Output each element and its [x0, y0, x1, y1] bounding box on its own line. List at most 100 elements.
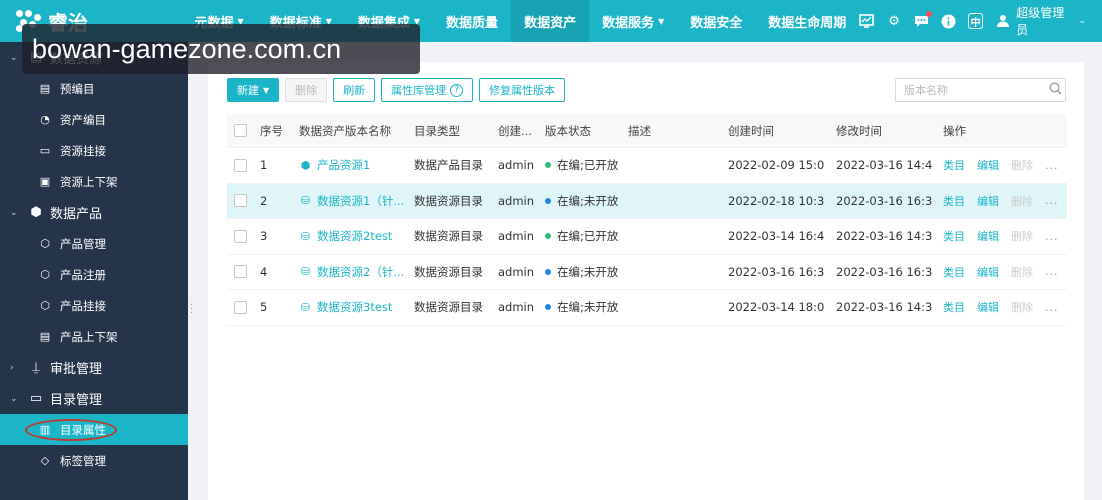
cell-name[interactable]: ⛁ 数据资源3test	[299, 290, 409, 325]
delete-link[interactable]: 删除	[1011, 157, 1033, 173]
edit-link[interactable]: 编辑	[977, 299, 999, 315]
edit-link[interactable]: 编辑	[977, 228, 999, 244]
info-icon[interactable]	[941, 13, 956, 29]
sidebar-group-2[interactable]: › ⍊ 审批管理	[0, 352, 188, 383]
more-link[interactable]: ...	[1045, 265, 1059, 278]
cell-status: 在编;未开放	[545, 184, 618, 219]
row-checkbox[interactable]	[234, 265, 247, 279]
category-link[interactable]: 类目	[943, 157, 965, 173]
message-icon[interactable]	[914, 11, 932, 29]
select-all-checkbox[interactable]	[234, 124, 247, 137]
folder-icon: ▭	[29, 391, 43, 406]
sidebar-item-3-1[interactable]: ◇ 标签管理	[0, 445, 188, 476]
status-text: 在编;已开放	[557, 158, 619, 173]
version-name-link[interactable]: 数据资源1（针...	[317, 193, 404, 209]
sidebar-item-label: 标签管理	[60, 453, 106, 468]
cell-ops: 类目 编辑 删除...	[943, 290, 1059, 325]
product-resource-icon: ⬢	[300, 158, 311, 172]
delete-link[interactable]: 删除	[1011, 193, 1033, 209]
sidebar-item-0-1[interactable]: ◔ 资产编目	[0, 104, 188, 135]
search-icon[interactable]	[1049, 82, 1062, 99]
edit-link[interactable]: 编辑	[977, 193, 999, 209]
sidebar-item-label: 产品管理	[60, 236, 106, 251]
delete-link[interactable]: 删除	[1011, 299, 1033, 315]
status-text: 在编;未开放	[557, 264, 619, 279]
version-name-link[interactable]: 数据资源2（针...	[317, 264, 404, 280]
cell-status: 在编;未开放	[545, 290, 618, 325]
sidebar-splitter[interactable]	[188, 42, 194, 500]
new-button[interactable]: 新建 ▼	[227, 78, 280, 102]
sidebar-item-1-3[interactable]: ▤ 产品上下架	[0, 321, 188, 352]
more-link[interactable]: ...	[1045, 230, 1059, 243]
category-link[interactable]: 类目	[943, 228, 965, 244]
edit-link[interactable]: 编辑	[977, 264, 999, 280]
cell-type: 数据产品目录	[414, 158, 483, 173]
sidebar-item-0-0[interactable]: ▤ 预编目	[0, 73, 188, 104]
nav-item-5[interactable]: 数据服务 ▼	[589, 0, 677, 42]
table-row[interactable]: 1 ⬢ 产品资源1 数据产品目录 admin 在编;已开放 2022-02-09 15:0.…	[227, 148, 1067, 184]
category-link[interactable]: 类目	[943, 264, 965, 280]
splitter-grip-icon[interactable]: · · ·	[190, 301, 193, 319]
row-checkbox[interactable]	[234, 300, 247, 314]
chevron-down-icon: ⌄	[1078, 16, 1086, 26]
row-checkbox[interactable]	[234, 229, 247, 243]
header-no: 序号	[260, 123, 283, 138]
cell-no: 3	[260, 229, 268, 244]
sidebar-item-1-2[interactable]: ⬡ 产品挂接	[0, 290, 188, 321]
monitor-icon[interactable]	[859, 13, 875, 29]
status-dot	[545, 162, 551, 169]
cell-status: 在编;未开放	[545, 255, 618, 290]
delete-button[interactable]: 删除	[285, 78, 328, 102]
sidebar-group-1[interactable]: ⌄ ⬢ 数据产品	[0, 197, 188, 228]
header-desc: 描述	[628, 123, 651, 138]
more-link[interactable]: ...	[1045, 159, 1059, 172]
table-row[interactable]: 5 ⛁ 数据资源3test 数据资源目录 admin 在编;未开放 2022-03-14 1…	[227, 290, 1067, 326]
nav-item-7[interactable]: 数据生命周期	[755, 0, 859, 42]
row-checkbox[interactable]	[234, 158, 247, 172]
row-checkbox[interactable]	[234, 194, 247, 208]
language-switch[interactable]: 中	[968, 13, 984, 29]
cell-creator: admin	[498, 158, 535, 173]
user-menu[interactable]: 超级管理员 ⌄	[995, 4, 1086, 38]
more-link[interactable]: ...	[1045, 194, 1059, 207]
nav-item-4[interactable]: 数据资产	[511, 0, 590, 42]
cell-name[interactable]: ⛁ 数据资源2test	[299, 219, 409, 254]
delete-link[interactable]: 删除	[1011, 228, 1033, 244]
cell-type: 数据资源目录	[414, 193, 483, 208]
sidebar-item-1-1[interactable]: ⬡ 产品注册	[0, 259, 188, 290]
nav-item-label: 数据质量	[446, 15, 499, 31]
nav-item-3[interactable]: 数据质量	[433, 0, 511, 42]
version-name-link[interactable]: 数据资源3test	[317, 299, 392, 315]
search-input[interactable]	[904, 83, 1049, 97]
highlight-ring	[25, 419, 117, 441]
cell-name[interactable]: ⛁ 数据资源1（针...	[299, 184, 409, 219]
attr-library-button[interactable]: 属性库管理?	[381, 78, 474, 102]
table-row[interactable]: 3 ⛁ 数据资源2test 数据资源目录 admin 在编;已开放 2022-03-14 1…	[227, 219, 1067, 255]
sidebar-item-3-0[interactable]: ▥ 目录属性	[0, 414, 188, 445]
version-name-link[interactable]: 产品资源1	[317, 157, 370, 173]
product-shelf-icon: ▤	[39, 330, 51, 343]
table-row[interactable]: 4 ⛁ 数据资源2（针... 数据资源目录 admin 在编;未开放 2022-03-16 …	[227, 255, 1067, 290]
more-link[interactable]: ...	[1045, 301, 1059, 314]
cell-name[interactable]: ⛁ 数据资源2（针...	[299, 255, 409, 290]
cell-name[interactable]: ⬢ 产品资源1	[299, 148, 409, 183]
delete-link[interactable]: 删除	[1011, 264, 1033, 280]
sidebar-item-0-3[interactable]: ▣ 资源上下架	[0, 166, 188, 197]
tag-icon: ◇	[40, 454, 50, 467]
table-row[interactable]: 2 ⛁ 数据资源1（针... 数据资源目录 admin 在编;未开放 2022-02-18 …	[227, 183, 1067, 219]
nav-item-6[interactable]: 数据安全	[677, 0, 755, 42]
sidebar-group-3[interactable]: ⌄ ▭ 目录管理	[0, 383, 188, 414]
refresh-button[interactable]: 刷新	[333, 78, 376, 102]
restore-attr-version-button[interactable]: 修复属性版本	[479, 78, 566, 102]
edit-link[interactable]: 编辑	[977, 157, 999, 173]
cell-creator: admin	[498, 229, 535, 244]
header-creator[interactable]: 创建...	[498, 114, 538, 147]
sidebar-item-1-0[interactable]: ⬡ 产品管理	[0, 228, 188, 259]
category-link[interactable]: 类目	[943, 193, 965, 209]
gear-icon[interactable]: ⚙	[886, 13, 901, 29]
version-search[interactable]	[895, 78, 1066, 102]
sidebar-item-0-2[interactable]: ▭ 资源挂接	[0, 135, 188, 166]
category-link[interactable]: 类目	[943, 299, 965, 315]
version-name-link[interactable]: 数据资源2test	[317, 228, 392, 244]
nav-item-label: 数据资产	[524, 15, 577, 31]
